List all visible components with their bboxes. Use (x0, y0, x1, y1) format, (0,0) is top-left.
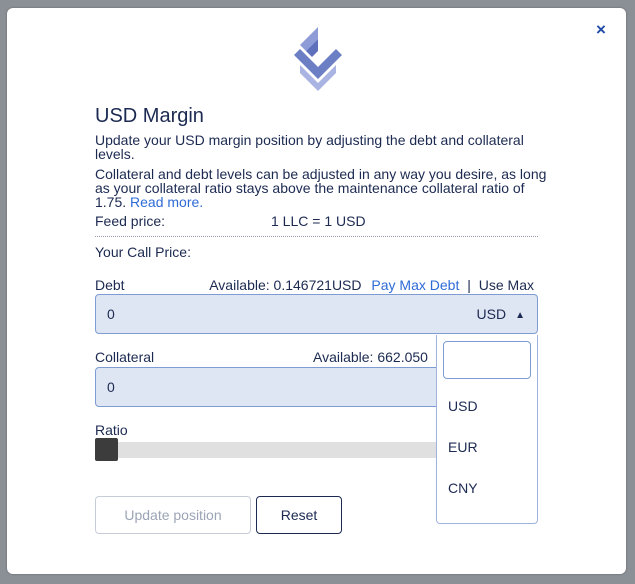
intro-text: Update your USD margin position by adjus… (95, 132, 524, 162)
link-separator: | (467, 277, 471, 293)
asset-option-cny[interactable]: CNY (448, 480, 478, 496)
pay-max-debt-link[interactable]: Pay Max Debt (371, 277, 459, 293)
caret-up-icon: ▲ (515, 310, 525, 321)
logo-icon (294, 27, 342, 91)
modal-title: USD Margin (95, 105, 204, 127)
debt-asset-value: USD (476, 306, 507, 322)
margin-modal: × USD Margin Update your USD margin posi… (7, 8, 626, 574)
ratio-slider-handle[interactable] (95, 438, 118, 461)
asset-option-usd[interactable]: USD (448, 398, 478, 414)
collateral-available: Available: 662.050 (313, 349, 428, 365)
divider (95, 236, 538, 237)
debt-available: Available: 0.146721USD (209, 277, 362, 293)
debt-input[interactable]: 0 USD ▲ (95, 294, 538, 334)
collateral-label: Collateral (95, 349, 155, 365)
feed-price-label: Feed price: (95, 213, 166, 229)
debt-input-value[interactable]: 0 (107, 306, 115, 322)
asset-search-input[interactable] (443, 341, 531, 379)
description-text: Collateral and debt levels can be adjust… (95, 167, 555, 209)
close-icon[interactable]: × (593, 21, 609, 38)
collateral-input-value[interactable]: 0 (107, 379, 115, 395)
debt-label: Debt (95, 277, 125, 293)
call-price-label: Your Call Price: (95, 244, 191, 260)
asset-option-eur[interactable]: EUR (448, 439, 478, 455)
debt-asset-select[interactable]: USD ▲ (477, 306, 525, 322)
ratio-label: Ratio (95, 422, 128, 438)
reset-button[interactable]: Reset (256, 496, 342, 534)
read-more-link[interactable]: Read more. (130, 194, 203, 210)
debt-available-row: Available: 0.146721USD Pay Max Debt | Us… (209, 277, 534, 293)
feed-price-value: 1 LLC = 1 USD (271, 213, 366, 229)
use-max-link[interactable]: Use Max (479, 277, 534, 293)
update-position-button[interactable]: Update position (95, 496, 251, 534)
asset-dropdown: USD EUR CNY (436, 335, 538, 524)
